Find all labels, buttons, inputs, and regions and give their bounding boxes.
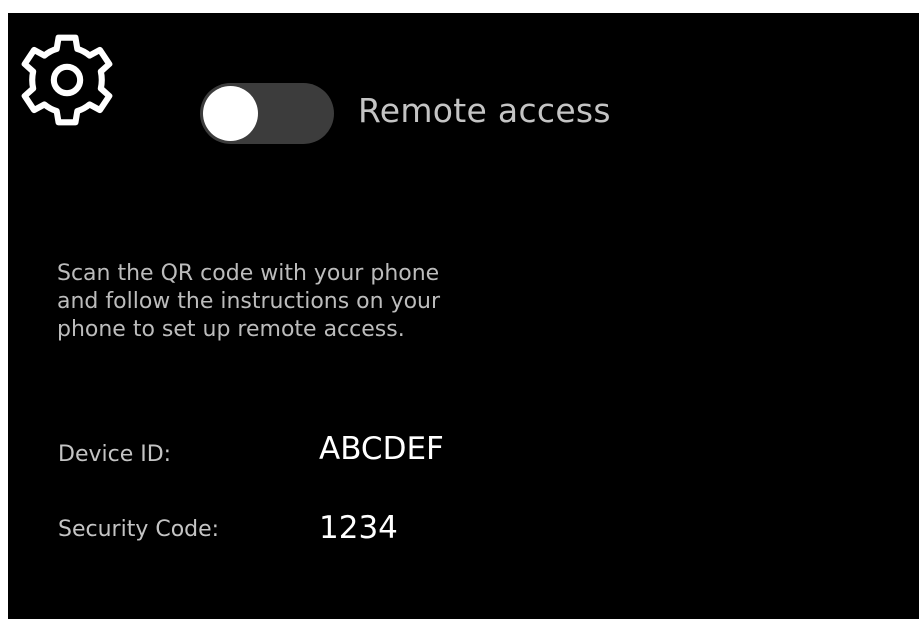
device-id-value: ABCDEF	[319, 431, 444, 467]
remote-access-toggle[interactable]	[200, 83, 334, 144]
gear-icon[interactable]	[20, 33, 114, 127]
security-code-value: 1234	[319, 510, 398, 546]
instructions-text: Scan the QR code with your phone and fol…	[57, 261, 441, 342]
remote-access-screen: Remote access Scan the QR code with your…	[8, 13, 919, 619]
device-id-label: Device ID:	[58, 442, 172, 467]
remote-access-label: Remote access	[358, 91, 611, 130]
toggle-knob	[203, 86, 258, 141]
security-code-label: Security Code:	[58, 517, 220, 542]
